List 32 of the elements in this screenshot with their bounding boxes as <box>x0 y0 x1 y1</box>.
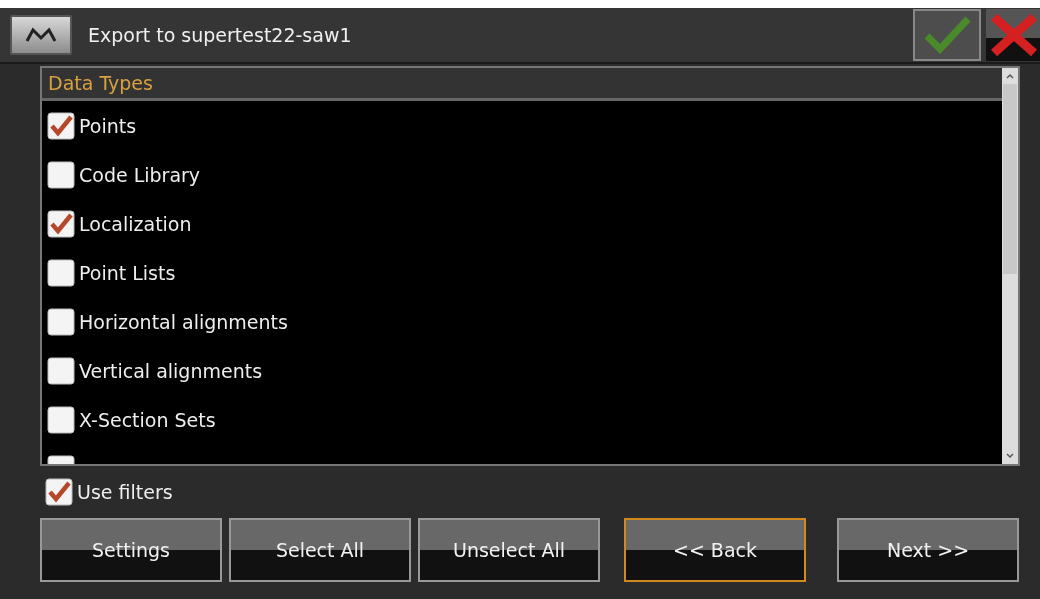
item-label[interactable]: Vertical alignments <box>79 359 263 382</box>
checkbox[interactable] <box>47 405 75 434</box>
item-label[interactable]: Localization <box>79 212 192 235</box>
action-button[interactable]: Next >> <box>837 518 1019 582</box>
item-label[interactable]: Horizontal alignments <box>79 310 288 333</box>
item-label[interactable]: X-Section Sets <box>79 408 216 431</box>
action-button[interactable]: Settings <box>40 518 222 582</box>
cancel-button[interactable] <box>986 9 1040 61</box>
item-label[interactable]: Code Library <box>79 163 201 186</box>
menu-button[interactable] <box>10 15 72 55</box>
checkmark-icon <box>923 16 971 54</box>
action-button[interactable]: Unselect All <box>418 518 600 582</box>
scroll-down-icon[interactable] <box>1005 452 1015 460</box>
item-label[interactable]: Points <box>79 114 137 137</box>
checkbox[interactable] <box>45 478 73 506</box>
m-logo-icon <box>24 27 58 43</box>
action-button[interactable]: Select All <box>229 518 411 582</box>
checkbox-label[interactable]: Use filters <box>77 481 173 503</box>
scroll-thumb[interactable] <box>1003 84 1017 274</box>
action-button[interactable]: << Back <box>624 518 806 582</box>
checkbox[interactable] <box>47 307 75 336</box>
list-header: Data Types <box>42 68 1002 101</box>
checkbox[interactable] <box>47 209 75 238</box>
checkbox[interactable] <box>47 356 75 385</box>
window-title: Export to supertest22-saw1 <box>87 24 353 46</box>
scroll-up-icon[interactable] <box>1005 72 1015 80</box>
item-label[interactable]: Point Lists <box>79 261 176 284</box>
close-icon <box>988 13 1038 57</box>
checkbox[interactable] <box>47 160 75 189</box>
checkbox[interactable] <box>47 111 75 140</box>
checkbox[interactable] <box>47 258 75 287</box>
scrollbar[interactable] <box>1002 68 1018 464</box>
